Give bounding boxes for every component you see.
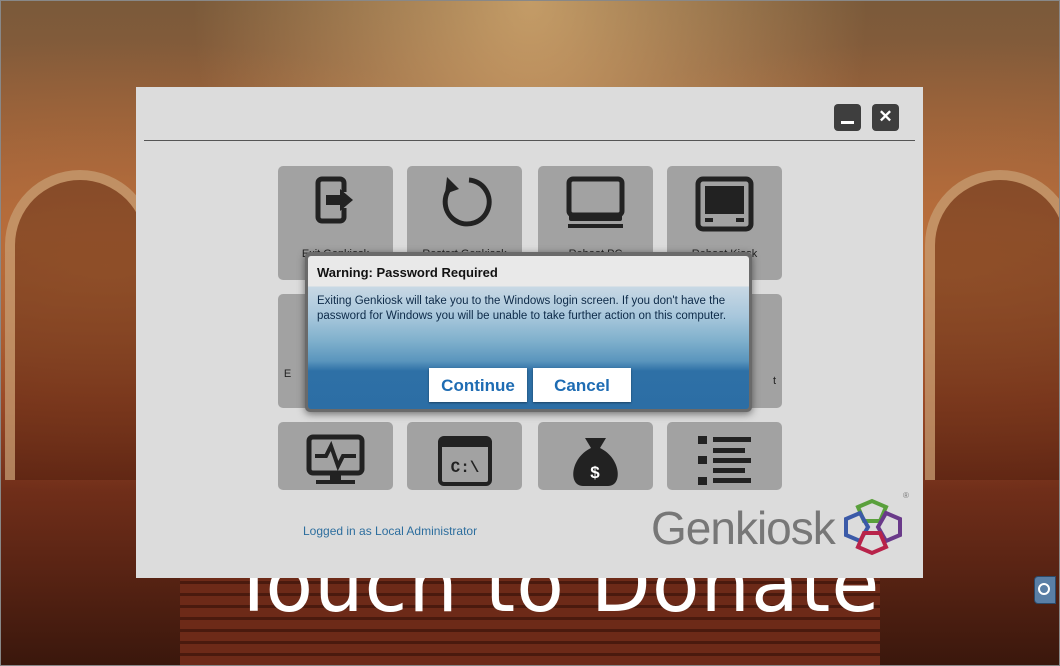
password-warning-dialog: Warning: Password Required Exiting Genki…	[305, 252, 752, 412]
close-button[interactable]: ✕	[872, 104, 899, 131]
side-tab-handle[interactable]	[1034, 576, 1056, 604]
money-bag-icon: $	[573, 438, 618, 486]
tile-command-prompt[interactable]: C:\	[407, 422, 522, 490]
command-prompt-icon: C:\	[438, 436, 492, 486]
monitor-health-icon	[306, 434, 365, 484]
background-arch-right	[925, 170, 1060, 480]
genkiosk-logo-icon	[844, 498, 902, 556]
genkiosk-logo-text: Genkiosk	[651, 502, 836, 554]
registered-mark: ®	[903, 491, 909, 500]
background-arch-left	[5, 170, 155, 480]
kiosk-icon	[695, 176, 754, 232]
tile-donations[interactable]: $	[538, 422, 653, 490]
logged-in-status: Logged in as Local Administrator	[303, 524, 478, 538]
dollar-sign: $	[590, 463, 600, 482]
tile-system-monitor[interactable]	[278, 422, 393, 490]
header-divider	[144, 140, 915, 141]
side-tab-icon	[1038, 583, 1050, 595]
minimize-button[interactable]	[834, 104, 861, 131]
command-prompt-glyph: C:\	[451, 459, 480, 477]
minimize-icon	[841, 121, 854, 124]
dialog-title: Warning: Password Required	[317, 265, 498, 280]
list-icon	[698, 436, 751, 485]
cancel-button[interactable]: Cancel	[533, 368, 631, 402]
dialog-body: Warning: Password Required Exiting Genki…	[308, 256, 749, 409]
dialog-message: Exiting Genkiosk will take you to the Wi…	[317, 295, 727, 322]
computer-icon	[566, 176, 625, 228]
exit-icon	[315, 176, 354, 224]
restart-icon	[442, 177, 492, 227]
continue-button[interactable]: Continue	[429, 368, 527, 402]
close-icon: ✕	[878, 107, 893, 126]
tile-list[interactable]	[667, 422, 782, 490]
